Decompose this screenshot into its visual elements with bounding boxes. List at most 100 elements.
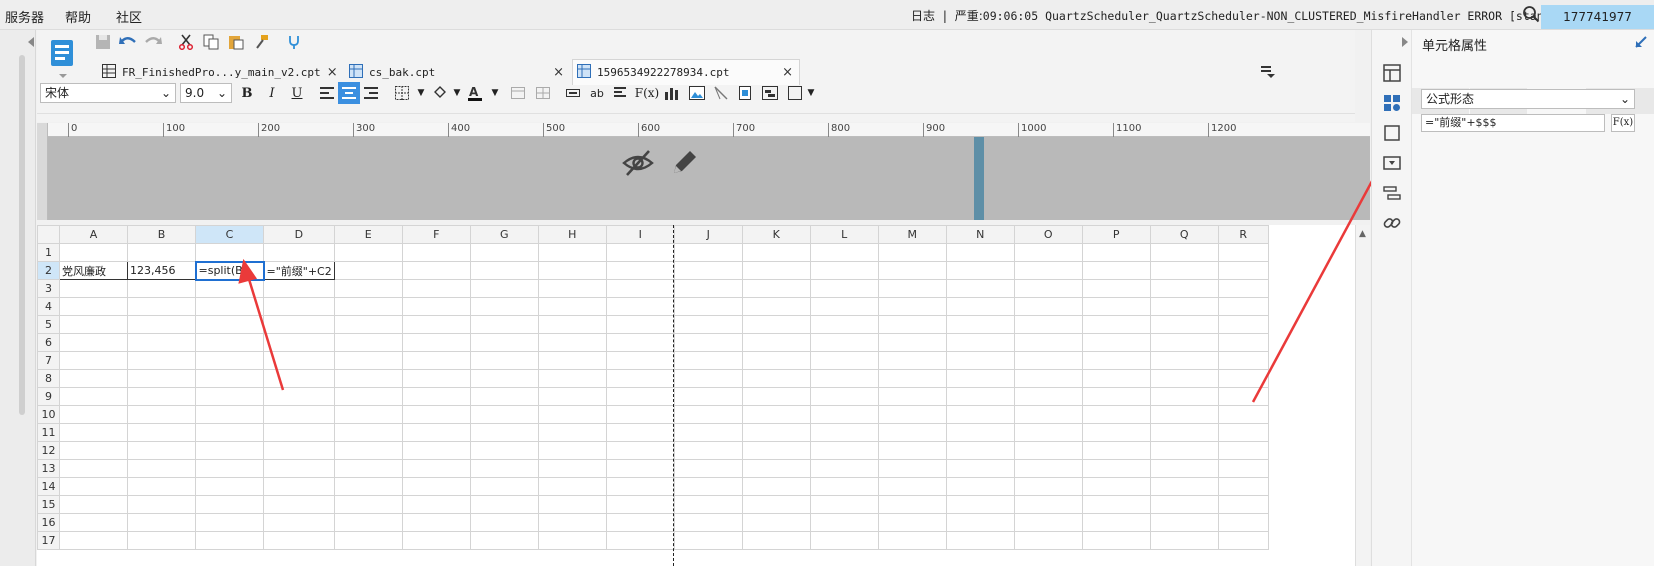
cell-M12[interactable]	[877, 441, 947, 460]
cell-P9[interactable]	[1081, 387, 1151, 406]
cell-N9[interactable]	[945, 387, 1015, 406]
form-type-select[interactable]: 公式形态 ⌄	[1421, 89, 1635, 109]
cell-Q5[interactable]	[1149, 315, 1219, 334]
close-icon[interactable]: ×	[776, 65, 799, 80]
cell-F2[interactable]	[401, 261, 471, 280]
cell-K12[interactable]	[741, 441, 811, 460]
cell-O13[interactable]	[1013, 459, 1083, 478]
subreport-icon[interactable]	[734, 82, 756, 104]
cell-A16[interactable]	[59, 513, 128, 532]
cell-A17[interactable]	[59, 531, 128, 550]
cell-F3[interactable]	[401, 279, 471, 298]
cell-D3[interactable]	[263, 279, 335, 298]
cell-G9[interactable]	[469, 387, 539, 406]
cell-B11[interactable]	[127, 423, 196, 442]
cell-L9[interactable]	[809, 387, 879, 406]
cell-M1[interactable]	[877, 243, 947, 262]
cell-H12[interactable]	[537, 441, 607, 460]
cell-H11[interactable]	[537, 423, 607, 442]
cell-I7[interactable]	[605, 351, 675, 370]
cell-K4[interactable]	[741, 297, 811, 316]
cell-M13[interactable]	[877, 459, 947, 478]
cell-C2[interactable]: =split(B2,	[194, 260, 265, 281]
cell-B4[interactable]	[127, 297, 196, 316]
column-header[interactable]: C	[195, 225, 264, 244]
cell-P7[interactable]	[1081, 351, 1151, 370]
cell-E15[interactable]	[333, 495, 403, 514]
layout-icon[interactable]	[1383, 64, 1401, 85]
cell-H3[interactable]	[537, 279, 607, 298]
cell-G7[interactable]	[469, 351, 539, 370]
cell-Q3[interactable]	[1149, 279, 1219, 298]
cell-N3[interactable]	[945, 279, 1015, 298]
cell-E6[interactable]	[333, 333, 403, 352]
cell-F15[interactable]	[401, 495, 471, 514]
cell-C16[interactable]	[195, 513, 264, 532]
cell-P5[interactable]	[1081, 315, 1151, 334]
cell-L6[interactable]	[809, 333, 879, 352]
pencil-icon[interactable]	[670, 147, 700, 177]
cell-K7[interactable]	[741, 351, 811, 370]
cell-O12[interactable]	[1013, 441, 1083, 460]
cell-H13[interactable]	[537, 459, 607, 478]
save-icon[interactable]	[93, 32, 113, 52]
formula-button[interactable]: F(x)	[635, 82, 659, 104]
cell-B13[interactable]	[127, 459, 196, 478]
cell-E17[interactable]	[333, 531, 403, 550]
left-scrollbar[interactable]	[19, 55, 25, 415]
cell-B16[interactable]	[127, 513, 196, 532]
cell-P11[interactable]	[1081, 423, 1151, 442]
cell-L7[interactable]	[809, 351, 879, 370]
cell-Q12[interactable]	[1149, 441, 1219, 460]
cell-C8[interactable]	[195, 369, 264, 388]
cell-E1[interactable]	[333, 243, 403, 262]
row-header[interactable]: 7	[37, 351, 60, 370]
cell-E12[interactable]	[333, 441, 403, 460]
merge-cell-icon[interactable]	[507, 82, 529, 104]
bold-button[interactable]: B	[236, 82, 258, 104]
cell-N4[interactable]	[945, 297, 1015, 316]
row-header[interactable]: 8	[37, 369, 60, 388]
cell-F12[interactable]	[401, 441, 471, 460]
cell-I11[interactable]	[605, 423, 675, 442]
undo-icon[interactable]	[118, 32, 138, 52]
cell-I3[interactable]	[605, 279, 675, 298]
cell-F17[interactable]	[401, 531, 471, 550]
cell-Q2[interactable]	[1149, 261, 1219, 280]
cell-L3[interactable]	[809, 279, 879, 298]
cell-M4[interactable]	[877, 297, 947, 316]
pin-icon[interactable]	[1634, 35, 1648, 53]
cell-E9[interactable]	[333, 387, 403, 406]
underline-button[interactable]: U	[286, 82, 308, 104]
row-header[interactable]: 6	[37, 333, 60, 352]
collapse-right-icon[interactable]	[1401, 36, 1409, 50]
cell-A1[interactable]	[59, 243, 128, 262]
cell-F9[interactable]	[401, 387, 471, 406]
format-painter-icon[interactable]	[252, 32, 272, 52]
cell-P17[interactable]	[1081, 531, 1151, 550]
cell-K10[interactable]	[741, 405, 811, 424]
page-boundary-marker[interactable]	[974, 137, 984, 220]
cell-H17[interactable]	[537, 531, 607, 550]
cell-F6[interactable]	[401, 333, 471, 352]
cell-J17[interactable]	[673, 531, 743, 550]
cell-E16[interactable]	[333, 513, 403, 532]
cell-O17[interactable]	[1013, 531, 1083, 550]
cell-P12[interactable]	[1081, 441, 1151, 460]
row-header[interactable]: 5	[37, 315, 60, 334]
cell-E5[interactable]	[333, 315, 403, 334]
cell-F4[interactable]	[401, 297, 471, 316]
cell-R15[interactable]	[1217, 495, 1269, 514]
scroll-up-icon[interactable]: ▲	[1359, 229, 1366, 239]
cell-A15[interactable]	[59, 495, 128, 514]
cell-C5[interactable]	[195, 315, 264, 334]
cell-Q10[interactable]	[1149, 405, 1219, 424]
paste-icon[interactable]	[226, 32, 246, 52]
cell-D2[interactable]: ="前缀"+C2	[263, 261, 335, 280]
cell-O2[interactable]	[1013, 261, 1083, 280]
cell-M16[interactable]	[877, 513, 947, 532]
cell-I10[interactable]	[605, 405, 675, 424]
cell-F10[interactable]	[401, 405, 471, 424]
cell-M5[interactable]	[877, 315, 947, 334]
cell-R1[interactable]	[1217, 243, 1269, 262]
